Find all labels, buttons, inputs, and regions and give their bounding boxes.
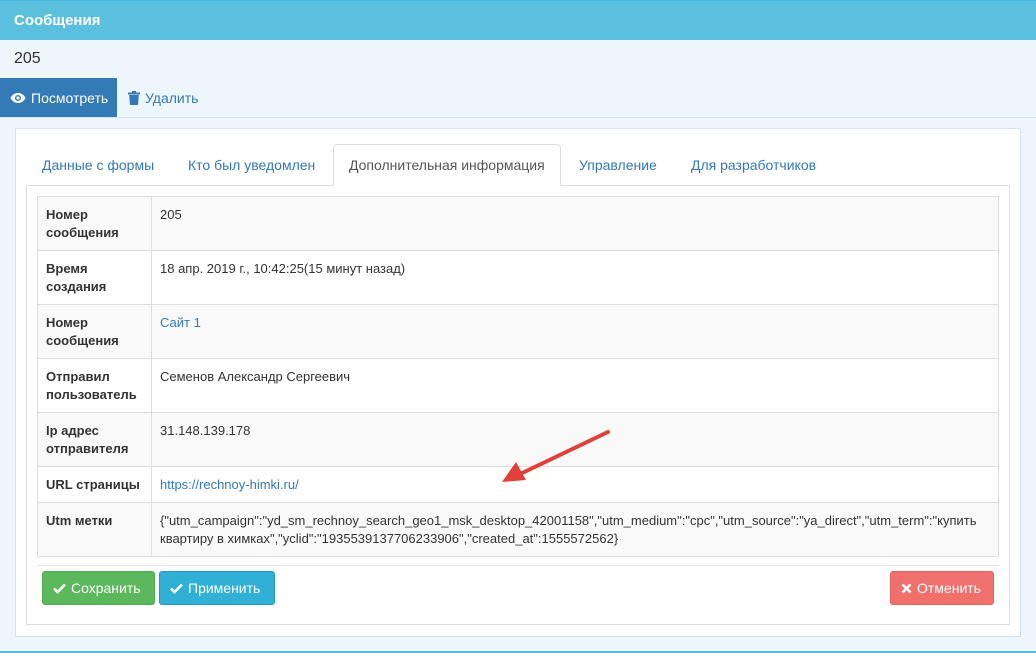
tab-notified[interactable]: Кто был уведомлен (188, 144, 315, 186)
close-icon (901, 583, 912, 594)
apply-button[interactable]: Применить (159, 571, 275, 605)
row-label: Номер сообщения (37, 304, 152, 359)
tab-management[interactable]: Управление (579, 144, 657, 186)
tab-bar: Данные с формы Кто был уведомлен Дополни… (26, 144, 1010, 186)
annotation-arrow (502, 430, 610, 482)
table-row: Время создания 18 апр. 2019 г., 10:42:25… (37, 250, 999, 305)
table-row: Номер сообщения 205 (37, 196, 999, 251)
cancel-button[interactable]: Отменить (890, 571, 994, 605)
tab-additional-info[interactable]: Дополнительная информация (333, 144, 561, 186)
trash-icon (128, 91, 140, 105)
delete-button[interactable]: Удалить (117, 78, 198, 118)
row-label: Номер сообщения (37, 196, 152, 251)
row-value: 205 (151, 196, 999, 251)
page-header: Сообщения (0, 0, 1036, 40)
table-row: Отправил пользователь Семенов Александр … (37, 358, 999, 413)
table-row: Номер сообщения Сайт 1 (37, 304, 999, 359)
row-label: Utm метки (37, 502, 152, 557)
row-value: Сайт 1 (151, 304, 999, 359)
cancel-button-label: Отменить (917, 580, 981, 596)
table-row: Utm метки {"utm_campaign":"yd_sm_rechnoy… (37, 502, 999, 557)
row-value: Семенов Александр Сергеевич (151, 358, 999, 413)
form-divider (37, 565, 999, 566)
check-icon (53, 583, 66, 594)
row-value: {"utm_campaign":"yd_sm_rechnoy_search_ge… (151, 502, 999, 557)
save-button[interactable]: Сохранить (42, 571, 155, 605)
row-label: Ip адрес отправителя (37, 412, 152, 467)
record-id: 205 (14, 50, 41, 67)
page-title: Сообщения (14, 12, 101, 29)
tab-developers[interactable]: Для разработчиков (691, 144, 816, 186)
eye-icon (10, 92, 26, 104)
apply-button-label: Применить (188, 580, 261, 596)
view-button-label: Посмотреть (31, 90, 109, 106)
delete-button-label: Удалить (145, 90, 199, 106)
view-button[interactable]: Посмотреть (0, 78, 117, 118)
row-label: Отправил пользователь (37, 358, 152, 413)
site-link[interactable]: Сайт 1 (160, 315, 201, 330)
row-label: URL страницы (37, 466, 152, 503)
tab-form-data[interactable]: Данные с формы (42, 144, 154, 186)
row-label: Время создания (37, 250, 152, 305)
info-table: Номер сообщения 205 Время создания 18 ап… (37, 196, 999, 557)
row-value: 18 апр. 2019 г., 10:42:25(15 минут назад… (151, 250, 999, 305)
save-button-label: Сохранить (71, 580, 141, 596)
page-url-link[interactable]: https://rechnoy-himki.ru/ (160, 477, 299, 492)
check-icon (170, 583, 183, 594)
toolbar-divider (0, 117, 1036, 118)
